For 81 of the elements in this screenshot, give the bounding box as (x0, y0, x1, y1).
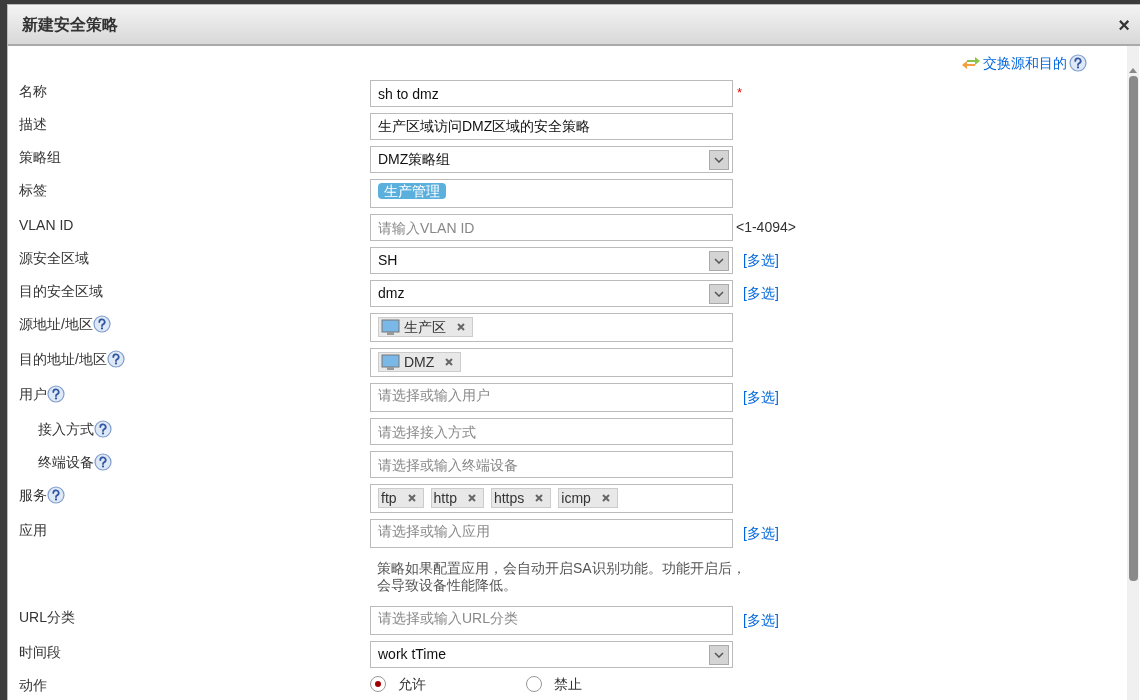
dropdown-field[interactable]: DMZ策略组 (370, 146, 733, 173)
field-label: 服务 (19, 486, 47, 505)
scrollbar-thumb[interactable] (1128, 76, 1138, 581)
scrollbar[interactable] (1127, 46, 1139, 700)
chevron-down-icon[interactable] (714, 651, 724, 658)
field-label: 目的安全区域 (19, 282, 103, 301)
remove-icon[interactable] (534, 493, 545, 503)
dropdown-button[interactable] (709, 283, 729, 304)
help-icon[interactable] (106, 350, 125, 368)
input-field[interactable]: 请选择接入方式 (370, 418, 733, 445)
input-field[interactable]: sh to dmz (370, 80, 733, 107)
help-icon[interactable] (92, 315, 111, 333)
remove-icon[interactable] (466, 493, 477, 503)
chevron-down-icon[interactable] (714, 290, 724, 297)
dropdown-button[interactable] (709, 149, 729, 170)
chevron-down-icon[interactable] (714, 257, 724, 264)
field-label: VLAN ID (19, 216, 74, 235)
radio-button[interactable] (526, 676, 542, 692)
remove-icon[interactable] (406, 493, 417, 503)
monitor-icon (381, 318, 400, 336)
scroll-up-icon[interactable] (1128, 66, 1138, 74)
radio-option[interactable]: 允许 (370, 673, 426, 695)
token-chip[interactable]: https (490, 488, 552, 508)
multi-select-link[interactable]: [多选] (743, 523, 779, 544)
remove-icon[interactable] (600, 493, 611, 503)
remove-icon[interactable] (456, 322, 466, 332)
token-chip[interactable]: DMZ (378, 352, 462, 372)
dropdown-button[interactable] (709, 644, 729, 665)
field-label: 源安全区域 (19, 249, 89, 268)
field-label: 标签 (19, 181, 47, 200)
field-label: 用户 (19, 385, 47, 404)
field-label: URL分类 (19, 608, 75, 627)
input-field[interactable]: 请选择或输入终端设备 (370, 451, 733, 478)
swap-arrows-icon (961, 55, 981, 71)
field-label: 策略组 (19, 148, 61, 167)
radio-button[interactable] (370, 676, 386, 692)
multi-select-link[interactable]: [多选] (743, 283, 779, 304)
range-hint: <1-4094> (736, 218, 796, 237)
input-field[interactable]: 请选择或输入应用 (370, 519, 733, 548)
input-field[interactable]: 请输入VLAN ID (370, 214, 733, 241)
remove-icon[interactable] (444, 357, 455, 367)
token-chip[interactable]: ftp (378, 488, 424, 508)
field-label: 接入方式 (38, 420, 94, 439)
chip-field[interactable]: ftp http https icmp (370, 484, 733, 513)
input-field[interactable]: 生产区域访问DMZ区域的安全策略 (370, 113, 733, 140)
multi-select-link[interactable]: [多选] (743, 387, 779, 408)
dropdown-field[interactable]: work tTime (370, 641, 733, 668)
dropdown-field[interactable]: SH (370, 247, 733, 274)
help-icon[interactable] (94, 453, 112, 471)
token-chip[interactable]: http (430, 488, 484, 508)
multi-select-link[interactable]: [多选] (743, 250, 779, 271)
help-icon[interactable] (1069, 54, 1087, 72)
chip-field[interactable]: DMZ (370, 348, 733, 377)
swap-link[interactable]: 交换源和目的 (983, 52, 1067, 74)
field-label: 时间段 (19, 643, 61, 662)
field-label: 描述 (19, 115, 47, 134)
dialog-title: 新建安全策略 (22, 14, 118, 35)
field-label: 名称 (19, 82, 47, 101)
help-icon[interactable] (94, 420, 112, 438)
token-chip[interactable]: icmp (558, 488, 618, 508)
chip-field[interactable]: 生产区 (370, 313, 733, 342)
field-label: 动作 (19, 676, 47, 695)
multi-select-link[interactable]: [多选] (743, 610, 779, 631)
hint-text: 策略如果配置应用，会自动开启SA识别功能。功能开启后，会导致设备性能降低。 (376, 560, 746, 594)
input-field[interactable]: 请选择或输入用户 (370, 383, 733, 412)
chevron-down-icon[interactable] (714, 156, 724, 163)
help-icon[interactable] (47, 385, 65, 403)
field-label: 应用 (19, 521, 47, 540)
token-chip[interactable]: 生产区 (378, 317, 473, 337)
dropdown-field[interactable]: dmz (370, 280, 733, 307)
tag-chip: 生产管理 (378, 183, 446, 199)
required-mark: * (737, 84, 743, 102)
close-button[interactable]: × (1118, 14, 1130, 35)
monitor-icon (381, 353, 400, 371)
radio-option[interactable]: 禁止 (526, 673, 582, 695)
field-label: 目的地址/地区 (19, 350, 107, 369)
field-label: 源地址/地区 (19, 315, 93, 334)
input-field[interactable]: 请选择或输入URL分类 (370, 606, 733, 635)
help-icon[interactable] (47, 486, 65, 504)
field-label: 终端设备 (38, 453, 94, 472)
dropdown-button[interactable] (709, 250, 729, 271)
